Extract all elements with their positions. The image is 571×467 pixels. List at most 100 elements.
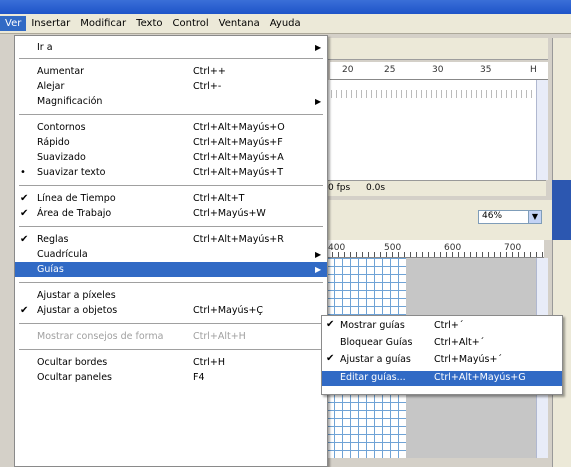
menu-separator: [19, 58, 323, 59]
stage-ruler: 400 500 600 700: [326, 240, 544, 258]
menu-item-label: Rápido: [37, 137, 70, 148]
menu-separator: [19, 114, 323, 115]
submenu-item-lock-guides[interactable]: Bloquear Guías Ctrl+Alt+´: [322, 336, 562, 351]
checkmark-icon: ✔: [20, 305, 29, 316]
menu-ver[interactable]: Ver: [0, 16, 27, 31]
menu-ventana[interactable]: Ventana: [214, 16, 265, 31]
menu-item-shortcut: Ctrl+Mayús+Ç: [193, 305, 264, 316]
right-panel-header: [552, 180, 571, 240]
guides-submenu: ✔ Mostrar guías Ctrl+´ Bloquear Guías Ct…: [321, 315, 563, 395]
submenu-item-show-guides[interactable]: ✔ Mostrar guías Ctrl+´: [322, 319, 562, 334]
menu-insertar[interactable]: Insertar: [26, 16, 75, 31]
menu-item-snap-objects[interactable]: ✔ Ajustar a objetos Ctrl+Mayús+Ç: [15, 303, 327, 318]
menu-item-shape-hints: Mostrar consejos de forma Ctrl+Alt+H: [15, 329, 327, 344]
menu-item-go-to[interactable]: Ir a ▶: [15, 40, 327, 55]
menu-item-antialias-text[interactable]: • Suavizar texto Ctrl+Alt+Mayús+T: [15, 165, 327, 180]
zoom-dropdown-icon[interactable]: ▼: [528, 210, 542, 224]
menu-separator: [19, 282, 323, 283]
menu-separator: [19, 185, 323, 186]
submenu-item-edit-guides[interactable]: Editar guías... Ctrl+Alt+Mayús+G: [322, 371, 562, 386]
menu-modificar[interactable]: Modificar: [75, 16, 131, 31]
checkmark-icon: ✔: [20, 193, 29, 204]
radio-dot-icon: •: [20, 167, 26, 178]
menu-item-shortcut: Ctrl+Alt+Mayús+F: [193, 137, 283, 148]
ruler-label: H: [530, 65, 537, 75]
submenu-arrow-icon: ▶: [315, 250, 322, 259]
submenu-item-label: Ajustar a guías: [340, 354, 411, 365]
submenu-item-shortcut: Ctrl+Mayús+´: [434, 354, 503, 365]
checkmark-icon: ✔: [326, 319, 335, 330]
menu-separator: [19, 323, 323, 324]
menu-bar: Ver Insertar Modificar Texto Control Ven…: [0, 14, 571, 34]
menu-item-label: Contornos: [37, 122, 86, 133]
menu-item-label: Ajustar a píxeles: [37, 290, 116, 301]
timeline-status-bar: 0 fps 0.0s: [326, 180, 546, 196]
menu-item-label: Mostrar consejos de forma: [37, 331, 164, 342]
submenu-arrow-icon: ▶: [315, 97, 322, 106]
timeline-ruler: 20 25 30 35 H: [330, 62, 548, 80]
menu-control[interactable]: Control: [168, 16, 214, 31]
menu-item-label: Suavizado: [37, 152, 86, 163]
menu-item-zoom-in[interactable]: Aumentar Ctrl++: [15, 64, 327, 79]
ruler-ticks: [326, 252, 544, 257]
menu-item-shortcut: Ctrl+Mayús+W: [193, 208, 266, 219]
title-bar: [0, 0, 571, 14]
submenu-item-label: Editar guías...: [340, 372, 406, 383]
menu-item-shortcut: Ctrl+Alt+T: [193, 193, 245, 204]
menu-item-fast[interactable]: Rápido Ctrl+Alt+Mayús+F: [15, 135, 327, 150]
menu-item-label: Ajustar a objetos: [37, 305, 118, 316]
menu-item-antialias[interactable]: Suavizado Ctrl+Alt+Mayús+A: [15, 150, 327, 165]
menu-item-zoom-out[interactable]: Alejar Ctrl+-: [15, 79, 327, 94]
submenu-arrow-icon: ▶: [315, 265, 322, 274]
timeline-scrollbar[interactable]: [536, 80, 548, 180]
menu-item-label: Reglas: [37, 234, 69, 245]
menu-item-shortcut: Ctrl+Alt+Mayús+A: [193, 152, 284, 163]
submenu-arrow-icon: ▶: [315, 43, 322, 52]
menu-item-label: Ir a: [37, 42, 53, 53]
fps-readout: 0 fps: [328, 183, 351, 193]
menu-item-label: Guías: [37, 264, 64, 275]
menu-item-shortcut: Ctrl+H: [193, 357, 226, 368]
menu-item-grid[interactable]: Cuadrícula ▶: [15, 247, 327, 262]
zoom-input[interactable]: 46%: [478, 210, 530, 224]
menu-item-magnification[interactable]: Magnificación ▶: [15, 94, 327, 109]
menu-item-work-area[interactable]: ✔ Área de Trabajo Ctrl+Mayús+W: [15, 206, 327, 221]
menu-item-shortcut: Ctrl+Alt+Mayús+O: [193, 122, 285, 133]
ver-menu: Ir a ▶ Aumentar Ctrl++ Alejar Ctrl+- Mag…: [14, 35, 328, 467]
checkmark-icon: ✔: [20, 208, 29, 219]
submenu-item-shortcut: Ctrl+Alt+Mayús+G: [434, 372, 526, 383]
menu-item-label: Cuadrícula: [37, 249, 88, 260]
menu-item-shortcut: Ctrl+Alt+Mayús+T: [193, 167, 284, 178]
checkmark-icon: ✔: [20, 234, 29, 245]
menu-item-timeline[interactable]: ✔ Línea de Tiempo Ctrl+Alt+T: [15, 191, 327, 206]
menu-separator: [19, 226, 323, 227]
submenu-item-snap-guides[interactable]: ✔ Ajustar a guías Ctrl+Mayús+´: [322, 353, 562, 368]
ruler-label: 20: [342, 65, 354, 75]
menu-item-shortcut: F4: [193, 372, 205, 383]
menu-item-label: Magnificación: [37, 96, 103, 107]
menu-item-label: Ocultar bordes: [37, 357, 108, 368]
ruler-label: 25: [384, 65, 396, 75]
menu-item-shortcut: Ctrl+-: [193, 81, 222, 92]
menu-item-label: Alejar: [37, 81, 65, 92]
time-readout: 0.0s: [366, 183, 386, 193]
menu-item-shortcut: Ctrl+Alt+H: [193, 331, 246, 342]
menu-separator: [19, 349, 323, 350]
submenu-item-label: Bloquear Guías: [340, 337, 413, 348]
submenu-item-label: Mostrar guías: [340, 320, 405, 331]
submenu-item-shortcut: Ctrl+´: [434, 320, 464, 331]
menu-item-label: Aumentar: [37, 66, 85, 77]
menu-item-snap-pixels[interactable]: Ajustar a píxeles: [15, 288, 327, 303]
menu-item-hide-panels[interactable]: Ocultar paneles F4: [15, 370, 327, 385]
menu-item-rulers[interactable]: ✔ Reglas Ctrl+Alt+Mayús+R: [15, 232, 327, 247]
frame-strip: [326, 90, 538, 98]
menu-item-hide-edges[interactable]: Ocultar bordes Ctrl+H: [15, 355, 327, 370]
checkmark-icon: ✔: [326, 353, 335, 364]
menu-item-outlines[interactable]: Contornos Ctrl+Alt+Mayús+O: [15, 120, 327, 135]
menu-item-shortcut: Ctrl++: [193, 66, 226, 77]
ruler-label: 30: [432, 65, 444, 75]
menu-item-guides[interactable]: Guías ▶: [15, 262, 327, 277]
timeline-frames[interactable]: [326, 80, 538, 180]
menu-ayuda[interactable]: Ayuda: [265, 16, 306, 31]
menu-texto[interactable]: Texto: [131, 16, 167, 31]
